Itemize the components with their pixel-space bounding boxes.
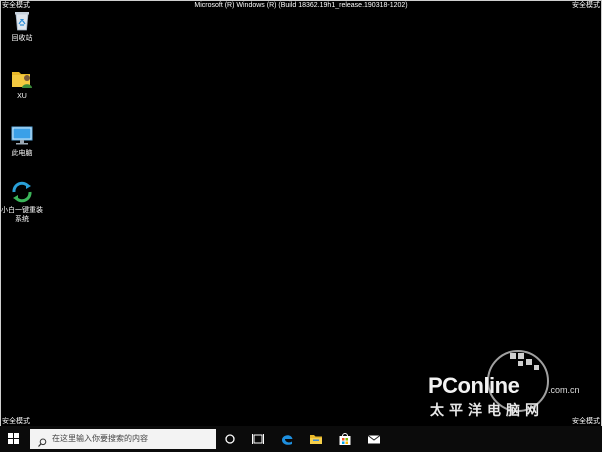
edge-icon[interactable] [280,432,294,446]
desktop-icon-recycle-bin[interactable]: 回收站 [0,8,44,43]
watermark-brand: PConline [428,373,520,398]
search-placeholder: 在这里输入你要搜索的内容 [52,434,148,443]
windows-build-string: Microsoft (R) Windows (R) (Build 18362.1… [194,2,408,9]
this-pc-icon [10,123,34,147]
desktop-icon-label: 此电脑 [11,150,33,157]
reinstall-tool-icon [10,180,34,204]
mail-icon[interactable] [367,432,381,446]
start-button[interactable] [8,433,20,445]
desktop-icon-label: XU [17,93,27,100]
desktop-icon-this-pc[interactable]: 此电脑 [0,123,44,158]
pconline-watermark: PConline .com.cn 太平洋电脑网 [418,345,588,425]
taskbar: 在这里输入你要搜索的内容 [0,426,602,452]
task-view-icon[interactable] [251,432,265,446]
search-icon [38,434,47,447]
cortana-icon[interactable] [223,432,237,446]
user-folder-icon [10,66,34,90]
desktop-icon-label: 回收站 [11,35,33,42]
safe-mode-label-bottom-left: 安全模式 [2,418,30,425]
taskbar-search-box[interactable]: 在这里输入你要搜索的内容 [30,429,216,449]
watermark-tagline: 太平洋电脑网 [430,402,544,418]
file-explorer-icon[interactable] [309,432,323,446]
desktop-icon-user-folder[interactable]: XU [0,66,44,101]
desktop-icon-label: 小白一键重装系统 [1,207,43,223]
desktop-icon-reinstall-tool[interactable]: 小白一键重装系统 [0,180,44,224]
store-icon[interactable] [338,432,352,446]
recycle-bin-icon [10,8,34,32]
watermark-domain: .com.cn [548,385,580,395]
